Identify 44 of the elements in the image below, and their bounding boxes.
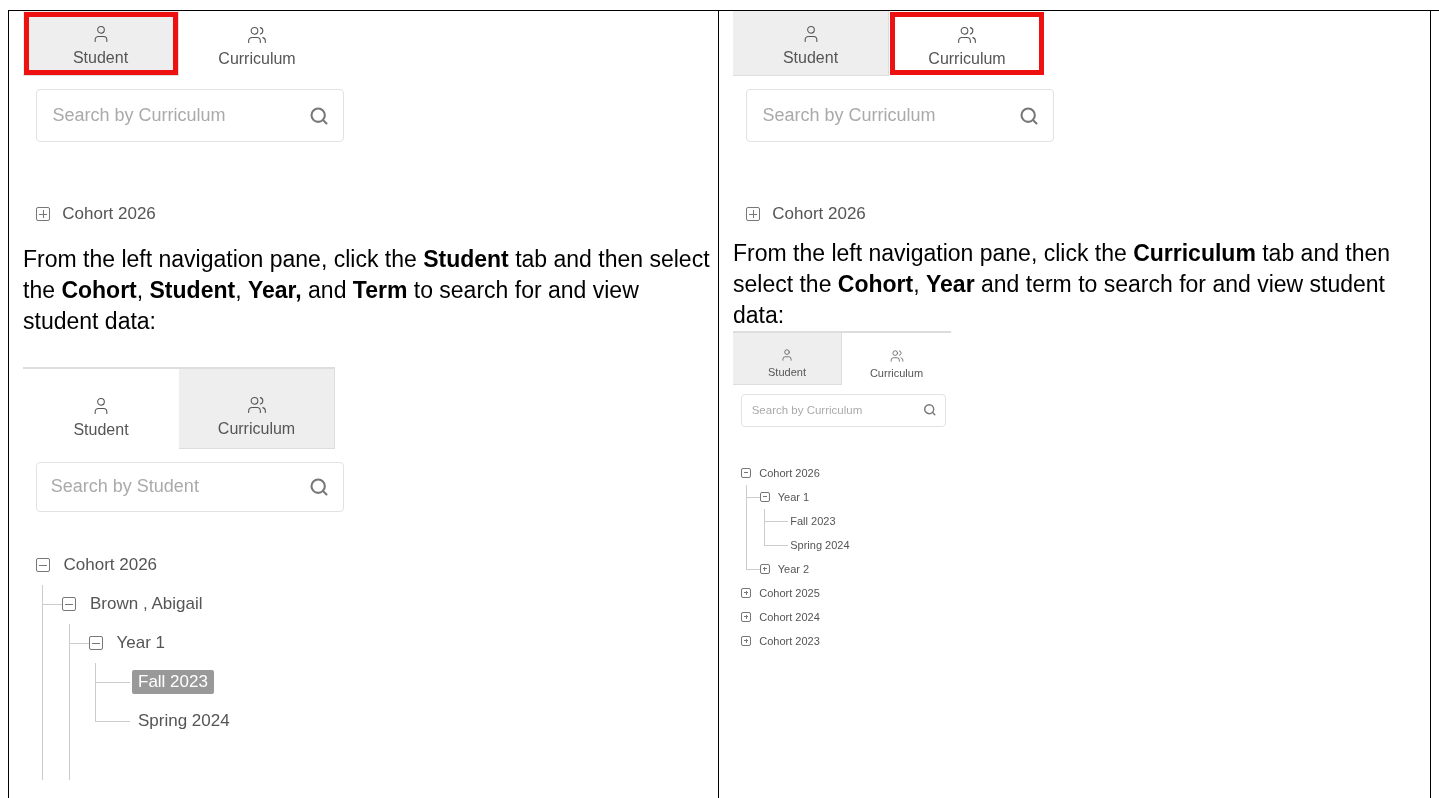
- instruction-text: From the left navigation pane, click the Student tab and then select the Cohort, Student, Year, and Term to search for and view student data:: [23, 245, 711, 337]
- collapse-icon[interactable]: [759, 491, 770, 502]
- search-field[interactable]: Search by Curriculum: [36, 89, 345, 143]
- tree-item[interactable]: Spring 2024: [784, 536, 856, 553]
- tree-item[interactable]: Cohort 2026: [57, 553, 164, 578]
- search-icon[interactable]: [923, 403, 937, 417]
- search-field[interactable]: Search by Student: [35, 461, 344, 512]
- instruction-text: From the left navigation pane, click the Curriculum tab and then select the Cohort, Year and term to search for and view student data:: [733, 239, 1392, 331]
- people-icon: [957, 25, 977, 46]
- expand-icon[interactable]: [741, 587, 752, 598]
- nav-tab[interactable]: Student: [23, 11, 179, 76]
- search-field[interactable]: Search by Curriculum: [741, 393, 947, 427]
- nav-tab[interactable]: Curriculum: [889, 11, 1045, 76]
- tree-item[interactable]: Cohort 2026: [766, 202, 872, 227]
- tree-item[interactable]: Spring 2024: [132, 709, 236, 734]
- search-icon[interactable]: [309, 105, 330, 126]
- people-icon: [246, 394, 267, 415]
- people-icon: [889, 349, 904, 364]
- tree-item[interactable]: Cohort 2024: [753, 608, 826, 625]
- nav-tab[interactable]: Student: [733, 11, 889, 76]
- search-icon[interactable]: [1019, 105, 1040, 126]
- expand-icon[interactable]: [759, 563, 770, 574]
- expand-icon[interactable]: [746, 207, 761, 222]
- people-icon: [247, 25, 267, 46]
- tree-item[interactable]: Year 1: [110, 631, 172, 656]
- nav-tab[interactable]: Student: [733, 333, 842, 386]
- person-icon: [780, 348, 794, 363]
- expand-icon[interactable]: [741, 611, 752, 622]
- collapse-icon[interactable]: [62, 597, 76, 612]
- tree-item[interactable]: Year 1: [771, 488, 816, 505]
- nav-tab[interactable]: Curriculum: [179, 369, 335, 450]
- tree-item[interactable]: Fall 2023: [784, 512, 842, 529]
- collapse-icon[interactable]: [35, 558, 50, 573]
- expand-icon[interactable]: [741, 635, 752, 646]
- tree-item[interactable]: Cohort 2023: [753, 632, 826, 649]
- collapse-icon[interactable]: [741, 467, 752, 478]
- tree-item[interactable]: Year 2: [771, 560, 816, 577]
- search-field[interactable]: Search by Curriculum: [746, 89, 1055, 143]
- tree-item[interactable]: Brown , Abigail: [84, 592, 209, 617]
- tree-item[interactable]: Cohort 2026: [753, 464, 826, 481]
- tree-item[interactable]: Cohort 2025: [753, 584, 826, 601]
- expand-icon[interactable]: [36, 207, 51, 222]
- tree-item[interactable]: Cohort 2026: [56, 202, 162, 227]
- search-icon[interactable]: [309, 476, 330, 497]
